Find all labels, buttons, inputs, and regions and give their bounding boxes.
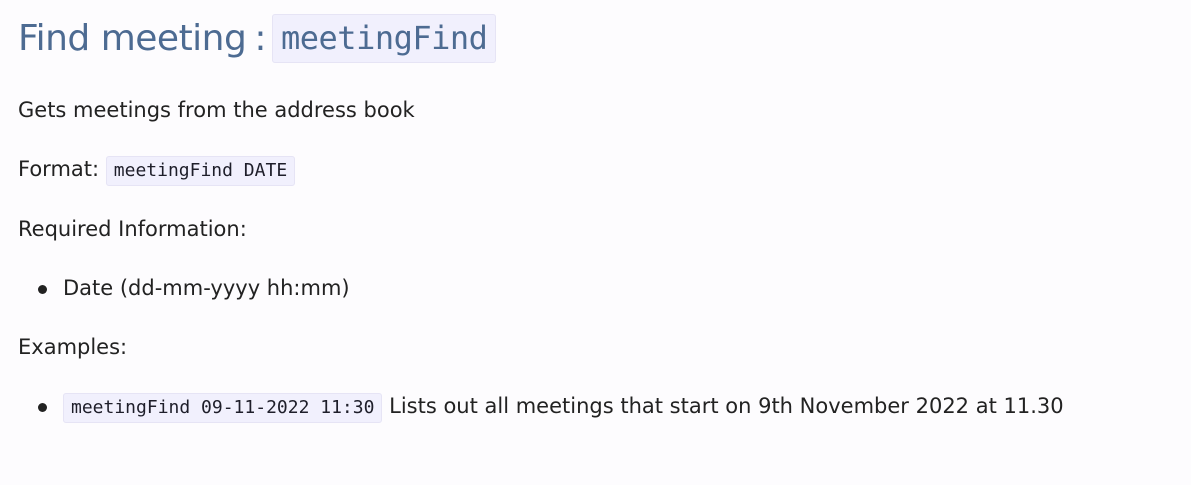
document-content: Find meeting: meetingFind Gets meetings f… bbox=[0, 0, 1191, 423]
page-title-text: Find meeting bbox=[18, 18, 247, 59]
title-separator: : bbox=[254, 18, 266, 59]
page-title: Find meeting: meetingFind bbox=[18, 0, 1173, 70]
bullet-icon bbox=[38, 285, 47, 294]
list-item: Date (dd-mm-yyyy hh:mm) bbox=[36, 273, 350, 303]
examples-list: meetingFind 09-11-2022 11:30 Lists out a… bbox=[36, 391, 1064, 423]
format-paragraph: Format: meetingFind DATE bbox=[18, 154, 296, 186]
format-code: meetingFind DATE bbox=[105, 156, 296, 186]
bullet-icon bbox=[38, 403, 47, 412]
required-item-text: Date (dd-mm-yyyy hh:mm) bbox=[63, 276, 350, 300]
title-command-code: meetingFind bbox=[272, 14, 497, 63]
description-paragraph: Gets meetings from the address book bbox=[18, 98, 415, 122]
required-info-list: Date (dd-mm-yyyy hh:mm) bbox=[36, 273, 350, 303]
format-label: Format: bbox=[18, 157, 100, 181]
example-code: meetingFind 09-11-2022 11:30 bbox=[63, 393, 383, 423]
examples-label: Examples: bbox=[18, 335, 128, 359]
example-text: Lists out all meetings that start on 9th… bbox=[389, 394, 1064, 418]
required-info-label: Required Information: bbox=[18, 217, 247, 241]
list-item: meetingFind 09-11-2022 11:30 Lists out a… bbox=[36, 391, 1064, 423]
